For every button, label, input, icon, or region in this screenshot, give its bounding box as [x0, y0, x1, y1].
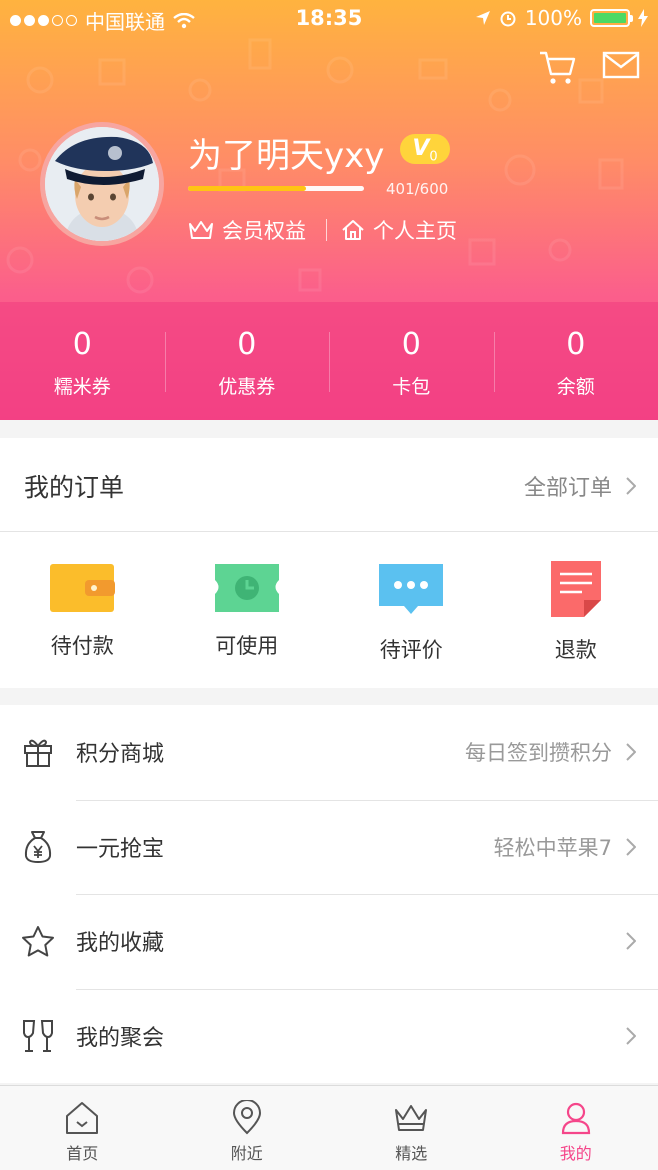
personal-homepage-link[interactable]: 个人主页: [341, 215, 457, 245]
exp-progress-bar: [188, 186, 364, 191]
star-icon: [22, 926, 54, 957]
stat-value: 0: [237, 327, 257, 362]
stat-label: 糯米券: [53, 376, 111, 398]
stat-label: 优惠券: [218, 376, 276, 398]
comment-icon: [379, 564, 444, 614]
menu-item-subtext: 轻松中苹果7: [493, 835, 612, 860]
chevron-right-icon: [626, 477, 636, 495]
location-icon: [232, 1100, 261, 1135]
vip-badge[interactable]: V0: [400, 134, 450, 164]
menu-item-label: 一元抢宝: [76, 836, 165, 862]
location-arrow-icon: [475, 11, 490, 25]
avatar[interactable]: [40, 122, 164, 246]
message-icon[interactable]: [602, 50, 640, 80]
stat-label: 余额: [556, 376, 595, 398]
stat-card-wallet[interactable]: 0 卡包: [329, 302, 494, 420]
order-item-label: 可使用: [215, 634, 279, 658]
home-icon: [342, 220, 364, 240]
tab-home[interactable]: 首页: [0, 1086, 165, 1170]
stat-label: 卡包: [392, 376, 431, 398]
charging-icon: [638, 9, 648, 27]
order-refund[interactable]: 退款: [494, 532, 658, 688]
order-item-label: 待付款: [50, 634, 114, 658]
stat-value: 0: [72, 327, 92, 362]
tab-label: 首页: [66, 1144, 99, 1163]
username: 为了明天yxy: [188, 136, 385, 176]
wallet-icon: [50, 564, 116, 612]
stat-value: 0: [566, 327, 586, 362]
personal-homepage-label: 个人主页: [373, 219, 457, 243]
battery-percent: 100%: [524, 6, 582, 30]
all-orders-link[interactable]: 全部订单: [524, 470, 636, 502]
exp-progress-text: 401/600: [386, 180, 449, 198]
money-bag-icon: [24, 830, 52, 863]
vip-letter: V: [412, 136, 430, 161]
battery-icon: [590, 9, 633, 27]
order-usable[interactable]: 可使用: [165, 532, 330, 688]
stat-balance[interactable]: 0 余额: [493, 302, 658, 420]
menu-item-label: 积分商城: [76, 742, 165, 768]
order-pending-review[interactable]: 待评价: [329, 532, 494, 688]
ticket-icon: [214, 564, 279, 612]
link-divider: [326, 219, 327, 241]
profile-header: 中国联通 18:35 100% 为了明天yxy V0 401/600 会员权益 …: [0, 0, 658, 420]
chevron-right-icon: [626, 838, 636, 856]
tab-bar: 首页 附近 精选 我的: [0, 1085, 658, 1170]
menu-item-points-mall[interactable]: 积分商城 每日签到攒积分: [0, 705, 658, 800]
gift-icon: [24, 739, 52, 768]
orders-header: 我的订单 全部订单: [0, 438, 658, 532]
orders-title: 我的订单: [24, 473, 125, 502]
crown-icon: [395, 1105, 428, 1131]
menu-list: 积分商城 每日签到攒积分 一元抢宝 轻松中苹果7 我的收藏 我的聚会: [0, 705, 658, 1083]
menu-item-favorites[interactable]: 我的收藏: [0, 894, 658, 989]
tab-label: 我的: [559, 1144, 592, 1163]
status-bar: 中国联通 18:35 100%: [0, 0, 658, 38]
chevron-right-icon: [626, 932, 636, 950]
exp-progress-fill: [188, 186, 306, 191]
tab-featured[interactable]: 精选: [329, 1086, 494, 1170]
cart-icon[interactable]: [538, 50, 576, 86]
menu-item-gatherings[interactable]: 我的聚会: [0, 988, 658, 1084]
order-item-label: 待评价: [379, 638, 443, 662]
home-icon: [66, 1102, 99, 1134]
alarm-icon: [500, 11, 516, 27]
stat-discount-coupons[interactable]: 0 优惠券: [164, 302, 330, 420]
stats-bar: 0 糯米券 0 优惠券 0 卡包 0 余额: [0, 302, 658, 420]
vip-level: 0: [429, 149, 438, 165]
menu-item-label: 我的收藏: [76, 931, 165, 957]
orders-section: 我的订单 全部订单 待付款 可使用 待评价 退款: [0, 438, 658, 688]
tab-nearby[interactable]: 附近: [165, 1086, 330, 1170]
crown-icon: [189, 221, 213, 239]
order-item-label: 退款: [554, 638, 597, 662]
refund-icon: [550, 561, 601, 617]
tab-mine[interactable]: 我的: [494, 1086, 658, 1170]
member-benefits-link[interactable]: 会员权益: [188, 215, 306, 245]
glasses-icon: [23, 1019, 53, 1052]
user-icon: [561, 1102, 590, 1135]
all-orders-label: 全部订单: [523, 476, 612, 501]
order-pending-payment[interactable]: 待付款: [0, 532, 165, 688]
menu-item-subtext: 每日签到攒积分: [465, 741, 612, 766]
menu-item-label: 我的聚会: [76, 1025, 165, 1051]
chevron-right-icon: [626, 1027, 636, 1045]
stat-value: 0: [401, 327, 421, 362]
stat-coupons-nuomi[interactable]: 0 糯米券: [0, 302, 165, 420]
avatar-image: [45, 127, 159, 241]
tab-label: 精选: [395, 1144, 428, 1163]
chevron-right-icon: [626, 743, 636, 761]
tab-label: 附近: [230, 1144, 263, 1163]
menu-item-one-yuan-treasure[interactable]: 一元抢宝 轻松中苹果7: [0, 799, 658, 895]
member-benefits-label: 会员权益: [222, 219, 306, 243]
